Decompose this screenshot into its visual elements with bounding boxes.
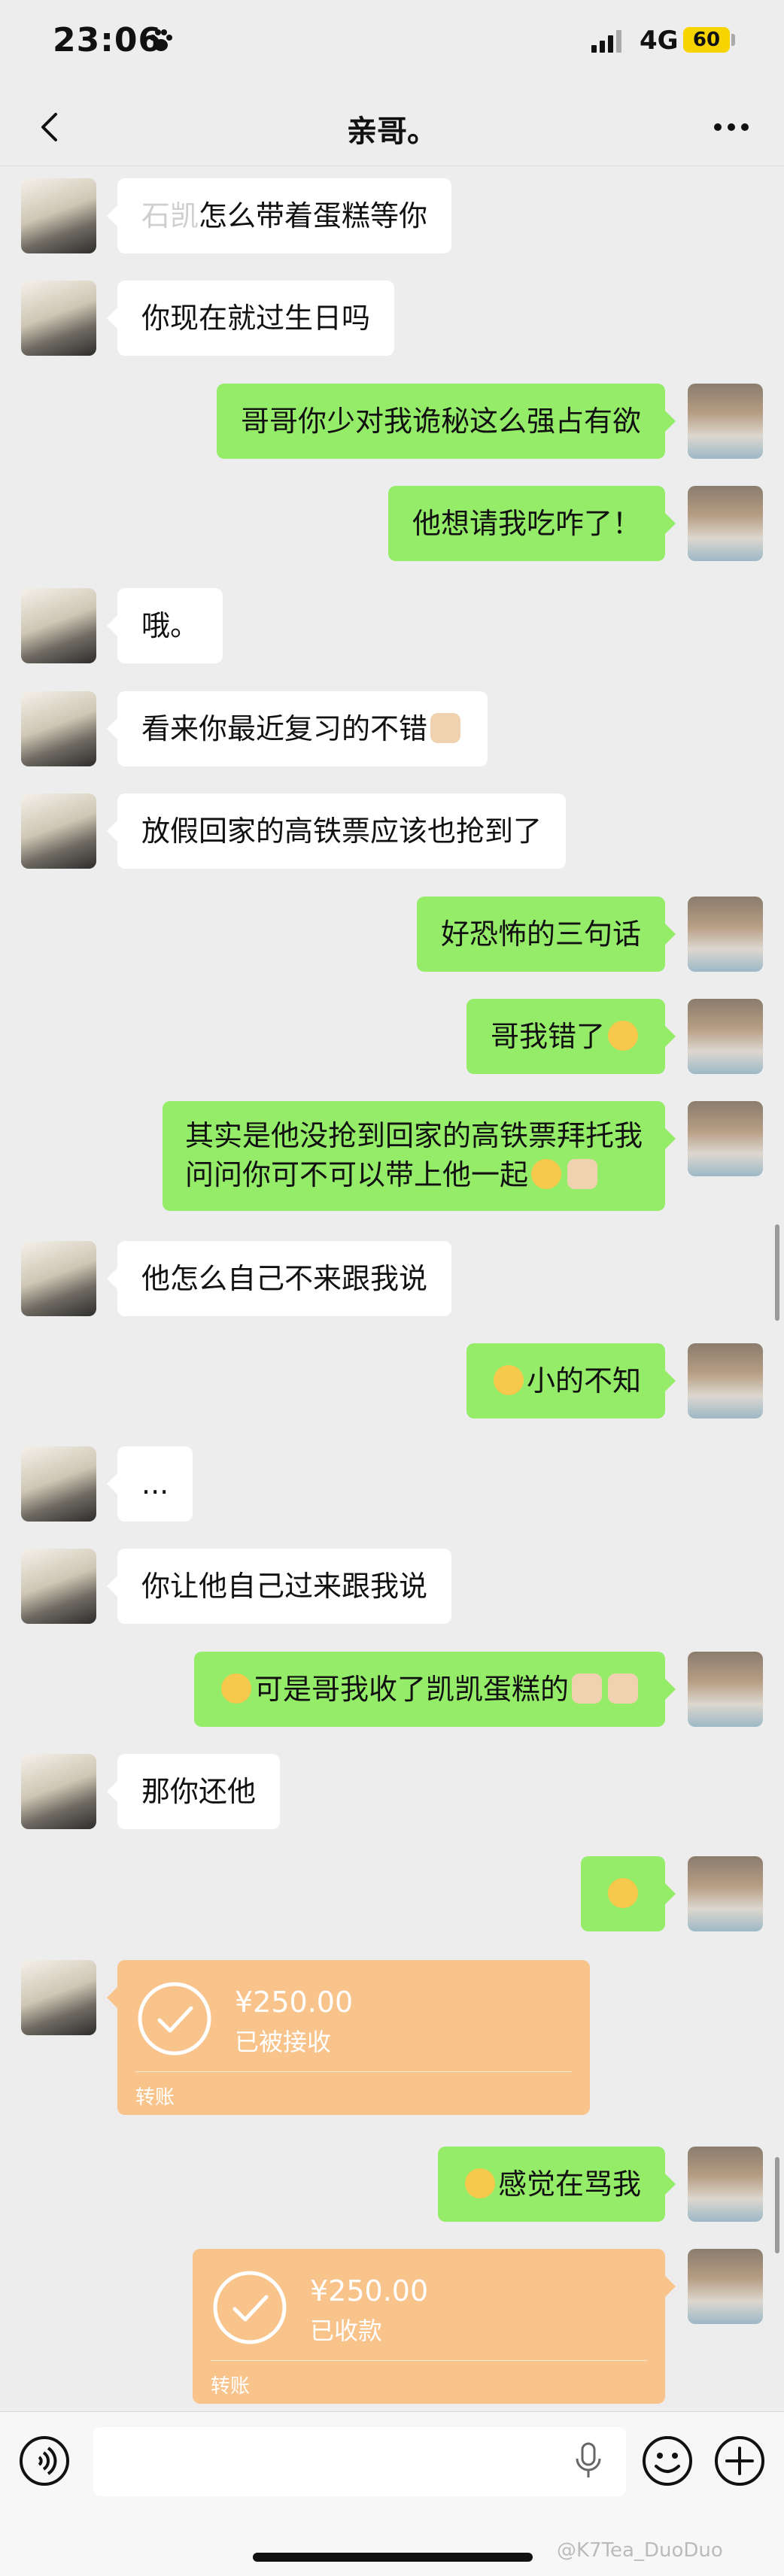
transfer-card[interactable]: ¥250.00 已被接收 转账	[107, 1960, 590, 2115]
plus-icon[interactable]	[713, 2435, 766, 2487]
status-time: 23:06	[53, 21, 163, 59]
message-bubble[interactable]: 看来你最近复习的不错	[106, 691, 488, 766]
transfer-card[interactable]: ¥250.00 已收款 转账	[193, 2249, 676, 2404]
chat-title: 亲哥。	[347, 114, 437, 149]
message-bubble[interactable]: 那你还他	[106, 1754, 281, 1829]
message-bubble[interactable]: 你让他自己过来跟我说	[106, 1549, 452, 1624]
message-bubble[interactable]: 放假回家的高铁票应该也抢到了	[106, 793, 567, 869]
self-avatar[interactable]	[688, 2249, 763, 2324]
contact-avatar[interactable]	[21, 691, 96, 766]
status-bar: 23:06 4G 60	[0, 0, 784, 90]
transfer-status: 已被接收	[235, 2028, 332, 2056]
self-avatar[interactable]	[688, 2147, 763, 2222]
thumbs-up-icon	[430, 713, 461, 743]
message-bubble[interactable]: ...	[106, 1446, 193, 1522]
signal-icon	[591, 30, 621, 53]
battery-tip	[731, 34, 735, 46]
scrollbar[interactable]	[775, 1224, 779, 1321]
praying-hands-icon	[567, 1159, 597, 1189]
contact-avatar[interactable]	[21, 1446, 96, 1522]
crying-face-icon	[608, 1878, 638, 1908]
message-bubble[interactable]: 哥我错了	[466, 999, 676, 1074]
transfer-label: 转账	[135, 2086, 175, 2109]
self-avatar[interactable]	[688, 1856, 763, 1931]
contact-avatar[interactable]	[21, 281, 96, 356]
contact-avatar[interactable]	[21, 1960, 96, 2035]
contact-avatar[interactable]	[21, 793, 96, 869]
message-bubble[interactable]: 他想请我吃咋了！	[387, 486, 676, 561]
contact-avatar[interactable]	[21, 1754, 96, 1829]
message-bubble[interactable]: 感觉在骂我	[437, 2147, 676, 2222]
transfer-amount: ¥250.00	[235, 1986, 354, 2019]
sad-face-icon	[464, 2168, 495, 2198]
self-avatar[interactable]	[688, 486, 763, 561]
transfer-amount: ¥250.00	[310, 2274, 429, 2307]
check-circle-icon	[138, 1982, 211, 2056]
message-bubble[interactable]: 其实是他没抢到回家的高铁票拜托我 问问你可不可以带上他一起	[162, 1101, 676, 1211]
pleading-face-icon	[220, 1673, 251, 1704]
self-avatar[interactable]	[688, 1652, 763, 1727]
home-indicator[interactable]	[253, 2553, 533, 2562]
message-line: 其实是他没抢到回家的高铁票拜托我	[184, 1119, 643, 1152]
contact-avatar[interactable]	[21, 1241, 96, 1316]
battery-icon: 60	[683, 27, 730, 53]
self-avatar[interactable]	[688, 1101, 763, 1176]
self-avatar[interactable]	[688, 384, 763, 459]
more-options-icon[interactable]	[710, 108, 752, 146]
self-avatar[interactable]	[688, 897, 763, 972]
emoji-icon[interactable]	[641, 2435, 694, 2487]
message-line: 问问你可不可以带上他一起	[185, 1155, 643, 1194]
divider	[135, 2071, 572, 2072]
message-input[interactable]	[93, 2427, 626, 2496]
message-bubble[interactable]: 哦。	[106, 588, 223, 663]
crying-face-icon	[608, 1021, 638, 1051]
message-bubble[interactable]: 你现在就过生日吗	[106, 281, 395, 356]
message-bubble[interactable]	[581, 1856, 676, 1931]
message-bubble[interactable]: 石凯怎么带着蛋糕等你	[106, 178, 452, 253]
contact-avatar[interactable]	[21, 588, 96, 663]
self-avatar[interactable]	[688, 1343, 763, 1418]
divider	[211, 2360, 647, 2361]
message-bubble[interactable]: 小的不知	[466, 1343, 676, 1418]
transfer-status: 已收款	[310, 2317, 383, 2345]
contact-avatar[interactable]	[21, 178, 96, 253]
chat-header: 亲哥。	[0, 90, 784, 166]
check-circle-icon	[213, 2271, 287, 2344]
message-bubble[interactable]: 他怎么自己不来跟我说	[106, 1241, 452, 1316]
paw-icon	[150, 29, 172, 51]
message-bubble[interactable]: 可是哥我收了凯凯蛋糕的	[193, 1652, 676, 1727]
pointing-fingers-icon	[572, 1673, 602, 1704]
watermark: @K7Tea_DuoDuo	[557, 2539, 723, 2562]
pleading-face-icon	[531, 1159, 561, 1189]
network-type: 4G	[640, 26, 679, 56]
contact-avatar[interactable]	[21, 1549, 96, 1624]
voice-input-icon[interactable]	[18, 2435, 71, 2487]
scrollbar[interactable]	[775, 2157, 779, 2253]
sad-face-icon	[493, 1365, 524, 1395]
microphone-icon[interactable]	[573, 2442, 603, 2480]
message-bubble[interactable]: 好恐怖的三句话	[416, 897, 676, 972]
pointing-fingers-icon	[608, 1673, 638, 1704]
message-bubble[interactable]: 哥哥你少对我诡秘这么强占有欲	[216, 384, 676, 459]
self-avatar[interactable]	[688, 999, 763, 1074]
transfer-label: 转账	[211, 2375, 251, 2398]
